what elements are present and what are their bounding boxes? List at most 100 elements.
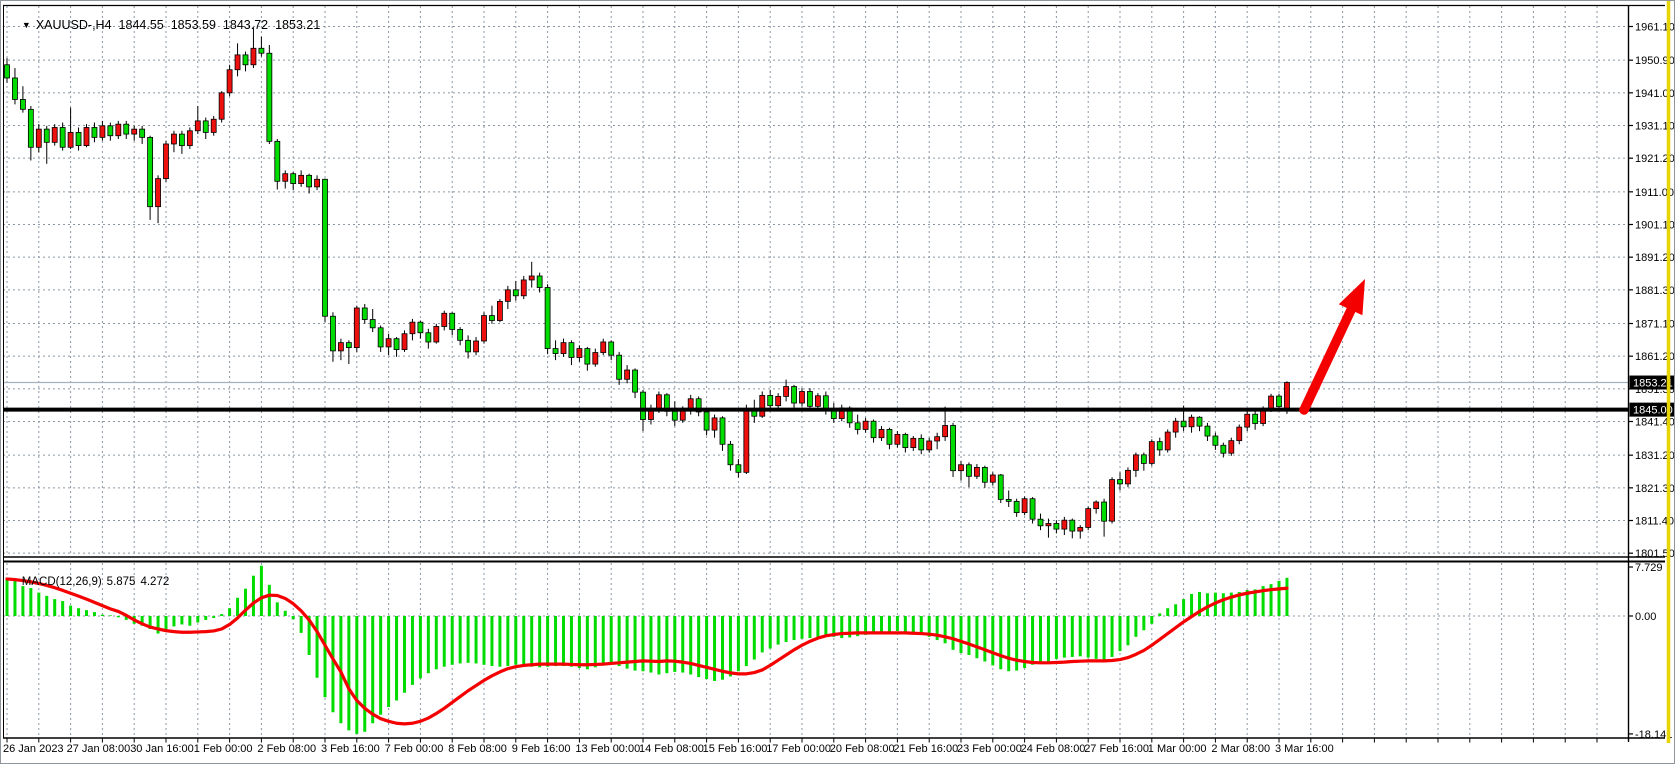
candle-body-bull [227,70,232,93]
candle-body-bear [887,429,892,444]
time-axis-label: 21 Feb 16:00 [893,743,958,755]
candle [1062,517,1067,535]
candle-body-bull [283,174,288,182]
time-axis-label: 1 Mar 00:00 [1148,743,1207,755]
candle-body-bear [394,339,399,350]
time-axis-label: 20 Feb 08:00 [830,743,895,755]
chart-plot[interactable]: 1961.101950.901941.001931.101921.201911.… [1,1,1675,764]
candle-body-bull [863,421,868,429]
price-gridlines [3,27,1628,554]
candle-body-bull [1173,421,1178,432]
candle-body-bull [529,276,534,280]
candle-body-bull [156,179,161,207]
candle-body-bull [410,322,415,334]
candle [92,123,97,143]
candle [513,281,518,301]
candlesticks [5,27,1290,538]
time-axis-label: 15 Feb 16:00 [703,743,768,755]
candle-body-bear [903,434,908,447]
candle-body-bear [1221,445,1226,453]
candle-body-bull [171,134,176,144]
candle-body-bear [823,396,828,410]
candle-body-bear [641,392,646,419]
candle [132,126,137,141]
quote-high: 1853.59 [171,18,216,32]
macd-axis[interactable]: 7.7290.00-18.141 [1629,562,1673,741]
time-axis-label: 23 Feb 00:00 [957,743,1022,755]
candle [625,365,630,383]
candle-body-bull [1110,480,1115,522]
candle-body-bull [712,418,717,430]
candle-body-bull [52,127,57,142]
chart-window: 1961.101950.901941.001931.101921.201911.… [0,0,1675,764]
candle-body-bear [1102,502,1107,521]
candle-body-bear [513,290,518,296]
macd-axis-label: 7.729 [1635,562,1663,574]
candle [1213,433,1218,450]
candle-body-bull [656,395,661,409]
candle [553,340,558,360]
candle-body-bull [251,48,256,65]
candle-body-bear [362,308,367,320]
candle-body-bear [1213,436,1218,445]
candle [1245,411,1250,431]
candle-body-bear [140,129,145,137]
candle-body-bull [211,119,216,132]
macd-name: MACD(12,26,9) [22,576,102,588]
trend-arrow[interactable] [1304,279,1365,410]
candle-body-bear [179,134,184,146]
candle-body-bull [338,343,343,351]
candle [299,170,304,187]
time-axis-label: 27 Feb 16:00 [1084,743,1149,755]
candle-body-bear [275,141,280,181]
candle [609,340,614,360]
time-axis-label: 7 Feb 00:00 [385,743,444,755]
candle [855,415,860,435]
candle-body-bear [807,391,812,406]
candle-body-bull [474,341,479,352]
time-axis-label: 30 Jan 16:00 [130,743,194,755]
time-axis-label: 2 Mar 08:00 [1211,743,1270,755]
candle-body-bear [489,316,494,321]
macd-axis-label: -18.141 [1635,729,1672,741]
time-axis[interactable]: 26 Jan 202327 Jan 08:0030 Jan 16:001 Feb… [3,738,1597,755]
candle [20,86,25,112]
candle-body-bull [744,409,749,472]
candle-body-bear [569,343,574,358]
candle [275,139,280,189]
candle-body-bull [561,343,566,354]
candle-body-bear [982,467,987,482]
candle [521,276,526,299]
candle [959,461,964,481]
candle-body-bear [60,127,65,147]
candle-body-bear [585,349,590,365]
candle-body-bear [307,175,312,187]
candle [664,393,669,416]
candle-body-bear [736,465,741,473]
candle [450,312,455,335]
candle-body-bull [990,475,995,482]
candle [887,428,892,449]
candle [617,352,622,385]
candle [998,474,1003,503]
candle-body-bull [497,301,502,320]
candle [1141,453,1146,471]
candle-body-bear [291,174,296,184]
candle [330,312,335,362]
candle-body-bear [537,276,542,288]
candle [728,441,733,471]
candle-body-bull [974,467,979,476]
candle-body-bear [792,387,797,404]
candle-body-bear [370,320,375,328]
candle-body-bull [1229,441,1234,454]
candle-body-bull [100,126,105,138]
trend-arrow-shaft[interactable] [1304,310,1351,410]
candle [346,340,351,364]
candle [243,52,248,72]
candle-body-bear [672,411,677,420]
candle-body-bull [935,437,940,441]
candle-body-bear [728,444,733,464]
candle-body-bear [20,99,25,109]
time-axis-label: 3 Mar 16:00 [1275,743,1334,755]
candle [140,126,145,144]
